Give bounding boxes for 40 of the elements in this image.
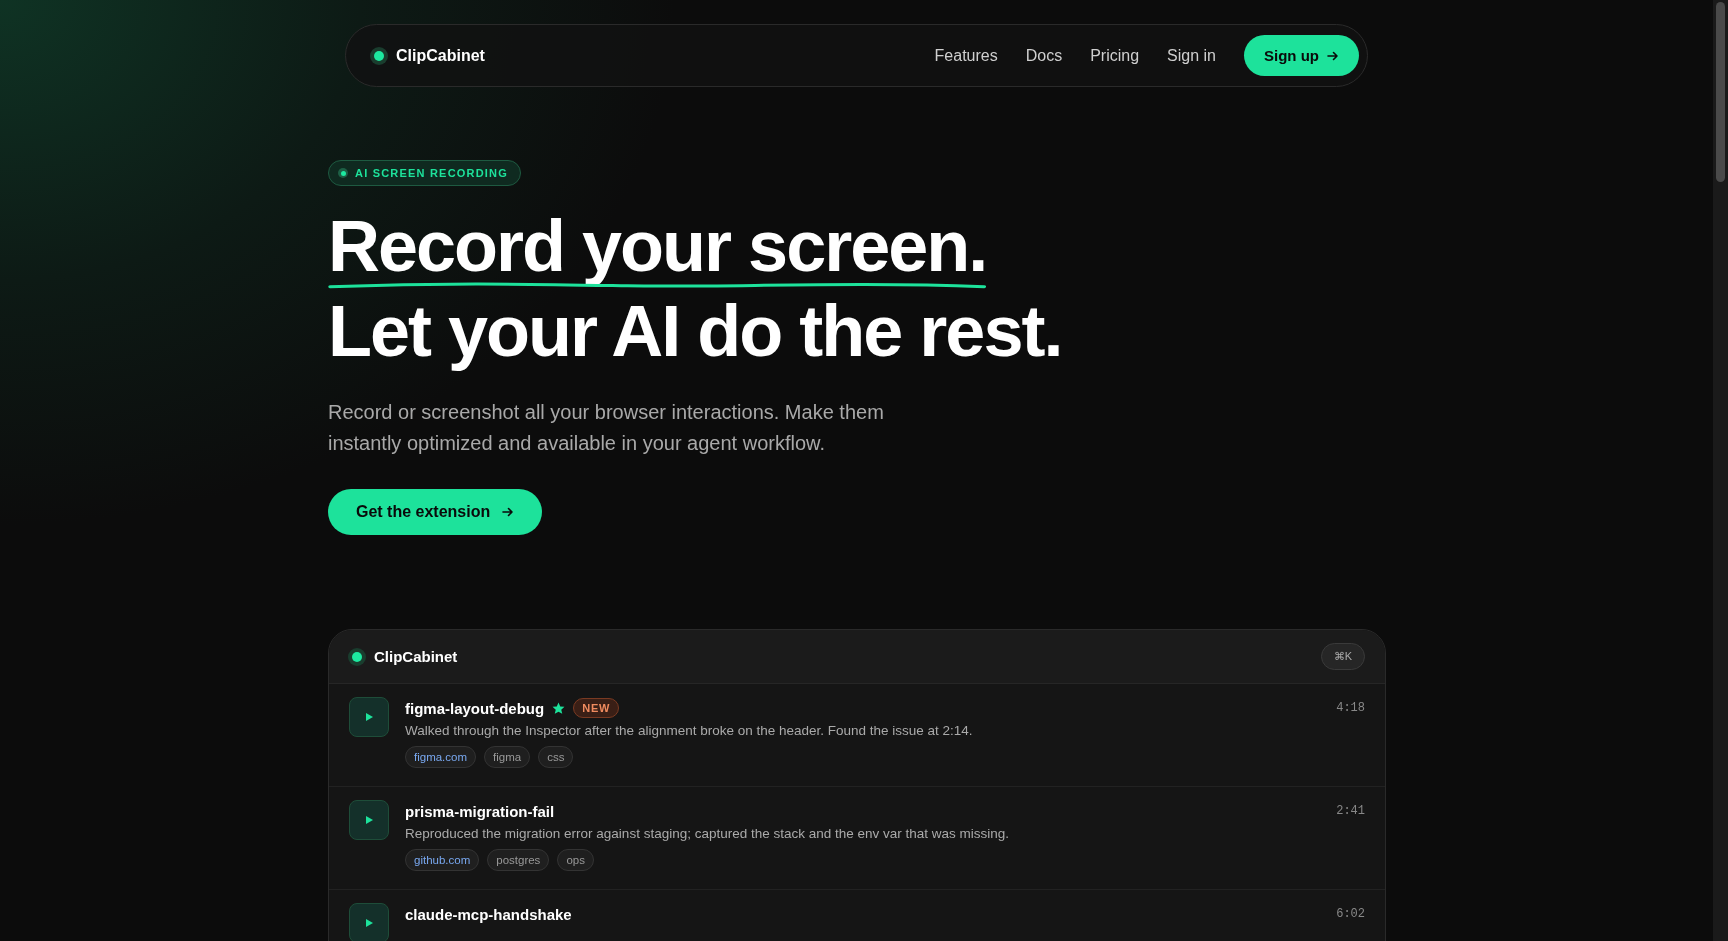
tag[interactable]: figma.com [405,746,477,768]
app-title: ClipCabinet [374,648,459,665]
hero-description: Record or screenshot all your browser interactions. Make them instantly optimized and available in your agent workflow. [328,400,885,456]
play-button[interactable] [349,800,389,840]
tag[interactable]: github.com [405,849,480,871]
play-button[interactable] [349,903,389,941]
nav-link[interactable]: Docs [1025,46,1063,65]
play-icon [365,919,373,927]
logo-icon [348,647,366,666]
tag[interactable]: css [538,746,574,768]
clip-description: Reproduced the migration error against staging; captured the stack and the env var that was missing. [405,826,1011,841]
nav-link[interactable]: Sign in [1167,46,1216,65]
arrow-icon [502,506,515,518]
tag[interactable]: ops [557,849,594,871]
clip-duration: 2:41 [1336,803,1365,820]
tag[interactable]: postgres [487,849,550,871]
clip-title: figma-layout-debug [405,699,545,717]
tag[interactable]: figma [484,746,531,768]
clip-title: prisma-migration-fail [405,802,555,820]
clip-title: claude-mcp-handshake [405,905,572,923]
nav-link[interactable]: Features [934,46,998,65]
badge-text: AI SCREEN RECORDING [355,167,508,179]
logo-icon [370,46,388,65]
clip-duration: 4:18 [1336,700,1365,717]
nav-link[interactable]: Pricing [1090,46,1140,65]
new-badge: NEW [573,698,620,718]
play-icon [365,816,373,824]
play-button[interactable] [349,697,389,737]
play-icon [365,713,373,721]
get-extension-button[interactable]: Get the extension [328,489,543,535]
brand-name[interactable]: ClipCabinet [396,46,485,65]
headline: Record your screen. [328,210,987,282]
dot-icon [338,168,348,178]
headline: Let your AI do the rest. [328,291,1062,371]
clip-duration: 6:02 [1336,906,1365,923]
shortcut-key[interactable]: ⌘K [1320,643,1365,670]
sign-up-button[interactable]: Sign up [1244,35,1359,76]
scrollbar[interactable] [1713,0,1728,941]
clip-description: Walked through the Inspector after the alignment broke on the header. Found the issue at 2:14. [405,723,974,738]
arrow-icon [1327,49,1339,62]
